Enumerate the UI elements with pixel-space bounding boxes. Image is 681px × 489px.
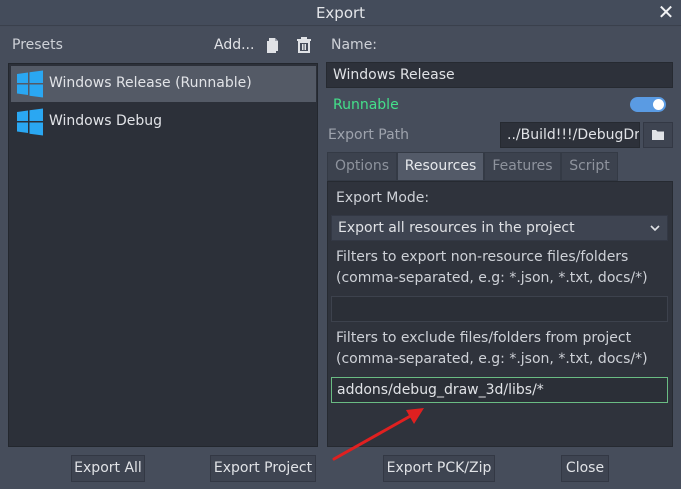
toggle-knob [653, 99, 664, 110]
windows-logo-icon [16, 70, 44, 98]
tab-options[interactable]: Options [327, 152, 397, 181]
export-pck-zip-button[interactable]: Export PCK/Zip [383, 455, 495, 482]
preset-item-windows-debug[interactable]: Windows Debug [11, 104, 316, 140]
close-button[interactable]: Close [561, 455, 609, 482]
folder-icon [652, 130, 664, 140]
tab-features[interactable]: Features [484, 152, 561, 181]
close-icon[interactable]: ✕ [657, 2, 675, 22]
browse-folder-button[interactable] [643, 122, 673, 148]
include-filter-label-1: Filters to export non-resource files/fol… [336, 249, 629, 265]
export-mode-select[interactable]: Export all resources in the project [331, 215, 668, 241]
presets-label: Presets [12, 37, 63, 53]
export-path-input[interactable]: ../Build!!!/DebugDra [500, 122, 640, 148]
exclude-filter-label-2: (comma-separated, e.g: *.json, *.txt, do… [336, 351, 648, 367]
title-bar: Export ✕ [0, 0, 681, 26]
windows-logo-icon [16, 108, 44, 136]
chevron-down-icon [650, 225, 660, 232]
export-project-button[interactable]: Export Project [210, 455, 316, 482]
add-preset-button[interactable]: Add... [214, 37, 254, 53]
delete-icon[interactable] [295, 36, 313, 54]
runnable-toggle[interactable] [630, 97, 666, 112]
export-all-button[interactable]: Export All [71, 455, 145, 482]
tab-resources[interactable]: Resources [397, 152, 484, 181]
tab-script[interactable]: Script [561, 152, 618, 181]
name-label: Name: [331, 37, 378, 53]
preset-label: Windows Debug [49, 113, 162, 129]
exclude-filter-label-1: Filters to exclude files/folders from pr… [336, 330, 632, 346]
preset-label: Windows Release (Runnable) [49, 75, 252, 91]
preset-item-windows-release[interactable]: Windows Release (Runnable) [11, 66, 316, 102]
export-mode-label: Export Mode: [336, 190, 430, 206]
export-mode-value: Export all resources in the project [338, 220, 575, 236]
name-input[interactable]: Windows Release [326, 62, 673, 88]
export-path-label: Export Path [328, 127, 410, 143]
include-filter-label-2: (comma-separated, e.g: *.json, *.txt, do… [336, 270, 648, 286]
runnable-label: Runnable [333, 97, 399, 113]
duplicate-icon[interactable] [264, 36, 282, 54]
include-filter-input[interactable] [331, 296, 668, 322]
window-title: Export [315, 4, 366, 22]
preset-list: Windows Release (Runnable) Windows Debug [8, 63, 318, 447]
